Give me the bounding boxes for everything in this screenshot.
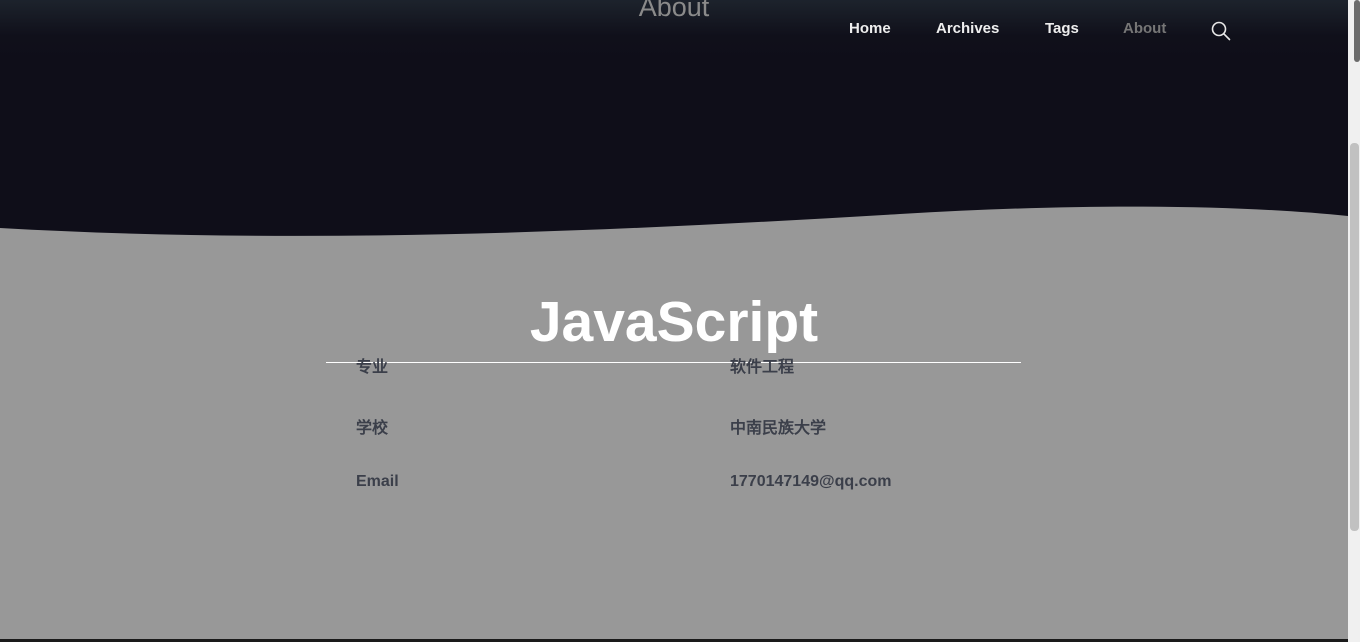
nav-item-home[interactable]: Home <box>849 20 891 37</box>
email-link[interactable]: 1770147149@qq.com <box>730 473 891 491</box>
hero-banner: About <box>0 0 1348 250</box>
info-label: 专业 <box>356 359 389 376</box>
info-row-email: Email 1770147149@qq.com <box>0 473 1348 497</box>
nav-item-tags[interactable]: Tags <box>1045 20 1079 37</box>
info-value: 中南民族大学 <box>730 420 827 437</box>
hero-wave-divider <box>0 206 1348 250</box>
page-title: JavaScript <box>529 290 819 354</box>
search-icon[interactable] <box>1210 20 1232 42</box>
info-row-school: 学校 中南民族大学 <box>0 414 1348 438</box>
info-value: 软件工程 <box>730 359 795 376</box>
info-label: 学校 <box>356 420 389 437</box>
scrollbar-thumb-dark[interactable] <box>1354 0 1360 62</box>
scrollbar-thumb[interactable] <box>1350 143 1359 531</box>
info-label: Email <box>356 473 399 490</box>
info-row-major: 专业 软件工程 <box>0 353 1348 377</box>
nav-item-archives[interactable]: Archives <box>936 20 999 37</box>
nav-item-about[interactable]: About <box>1123 20 1166 37</box>
